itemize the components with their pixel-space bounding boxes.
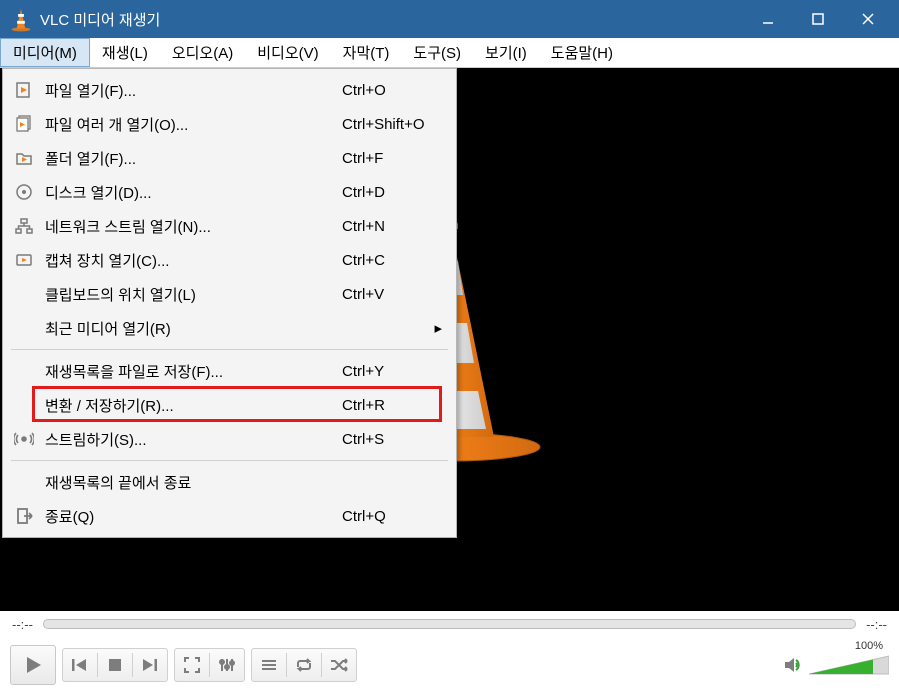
menu-item[interactable]: 디스크 열기(D)...Ctrl+D <box>5 175 454 209</box>
next-button[interactable] <box>133 649 167 681</box>
file-multi-icon <box>13 115 35 133</box>
menu-item-shortcut: Ctrl+O <box>342 82 442 99</box>
playlist-button[interactable] <box>252 649 286 681</box>
menu-separator <box>11 460 448 461</box>
menu-자막t[interactable]: 자막(T) <box>331 38 402 67</box>
volume-percent: 100% <box>855 640 883 652</box>
speaker-icon[interactable] <box>783 656 803 674</box>
transport-group <box>62 648 168 682</box>
network-icon <box>13 217 35 235</box>
close-button[interactable] <box>843 0 893 38</box>
maximize-button[interactable] <box>793 0 843 38</box>
submenu-arrow-icon: ▸ <box>426 319 442 337</box>
controls-row: 100% <box>0 637 899 693</box>
previous-button[interactable] <box>63 649 97 681</box>
menu-item-label: 캡쳐 장치 열기(C)... <box>35 250 342 271</box>
menu-item[interactable]: 파일 여러 개 열기(O)...Ctrl+Shift+O <box>5 107 454 141</box>
menu-item-label: 재생목록을 파일로 저장(F)... <box>35 361 342 382</box>
menu-item[interactable]: 스트림하기(S)...Ctrl+S <box>5 422 454 456</box>
titlebar: VLC 미디어 재생기 <box>0 0 899 38</box>
menu-도구s[interactable]: 도구(S) <box>401 38 473 67</box>
menu-item-label: 최근 미디어 열기(R) <box>35 318 326 339</box>
menu-item-shortcut: Ctrl+Shift+O <box>342 116 442 133</box>
file-play-icon <box>13 81 35 99</box>
menu-item-label: 스트림하기(S)... <box>35 429 342 450</box>
menu-item[interactable]: 변환 / 저장하기(R)...Ctrl+R <box>5 388 454 422</box>
capture-icon <box>13 252 35 268</box>
exit-icon <box>13 507 35 525</box>
menu-item-shortcut: Ctrl+N <box>342 218 442 235</box>
menu-미디어m[interactable]: 미디어(M) <box>0 38 90 67</box>
menu-item-label: 폴더 열기(F)... <box>35 148 342 169</box>
menu-item-shortcut: Ctrl+Y <box>342 363 442 380</box>
menu-도움말h[interactable]: 도움말(H) <box>539 38 625 67</box>
play-button[interactable] <box>10 645 56 685</box>
menubar: 미디어(M)재생(L)오디오(A)비디오(V)자막(T)도구(S)보기(I)도움… <box>0 38 899 68</box>
stop-button[interactable] <box>98 649 132 681</box>
media-menu-dropdown: 파일 열기(F)...Ctrl+O파일 여러 개 열기(O)...Ctrl+Sh… <box>2 68 457 538</box>
seek-slider[interactable] <box>43 619 856 629</box>
fullscreen-button[interactable] <box>175 649 209 681</box>
stream-icon <box>13 431 35 447</box>
menu-item[interactable]: 재생목록을 파일로 저장(F)...Ctrl+Y <box>5 354 454 388</box>
folder-icon <box>13 150 35 166</box>
menu-item[interactable]: 캡쳐 장치 열기(C)...Ctrl+C <box>5 243 454 277</box>
menu-item-label: 네트워크 스트림 열기(N)... <box>35 216 342 237</box>
playlist-group <box>251 648 357 682</box>
view-group <box>174 648 245 682</box>
menu-item-label: 종료(Q) <box>35 506 342 527</box>
menu-item[interactable]: 파일 열기(F)...Ctrl+O <box>5 73 454 107</box>
seek-row: --:-- --:-- <box>0 611 899 637</box>
disc-icon <box>13 183 35 201</box>
volume-control: 100% <box>783 654 889 676</box>
volume-slider[interactable] <box>809 654 889 676</box>
extended-settings-button[interactable] <box>210 649 244 681</box>
menu-item-shortcut: Ctrl+S <box>342 431 442 448</box>
menu-item-shortcut: Ctrl+Q <box>342 508 442 525</box>
menu-보기i[interactable]: 보기(I) <box>473 38 539 67</box>
shuffle-button[interactable] <box>322 649 356 681</box>
menu-item-label: 재생목록의 끝에서 종료 <box>35 472 342 493</box>
menu-재생l[interactable]: 재생(L) <box>90 38 160 67</box>
menu-item[interactable]: 최근 미디어 열기(R) ▸ <box>5 311 454 345</box>
menu-오디오a[interactable]: 오디오(A) <box>160 38 245 67</box>
elapsed-time: --:-- <box>12 617 33 632</box>
menu-item-label: 클립보드의 위치 열기(L) <box>35 284 342 305</box>
menu-item-label: 파일 여러 개 열기(O)... <box>35 114 342 135</box>
menu-item[interactable]: 네트워크 스트림 열기(N)...Ctrl+N <box>5 209 454 243</box>
minimize-button[interactable] <box>743 0 793 38</box>
menu-item-shortcut: Ctrl+D <box>342 184 442 201</box>
total-time: --:-- <box>866 617 887 632</box>
menu-item[interactable]: 클립보드의 위치 열기(L)Ctrl+V <box>5 277 454 311</box>
vlc-logo-icon <box>10 8 32 30</box>
menu-item-label: 파일 열기(F)... <box>35 80 342 101</box>
menu-item-shortcut: Ctrl+V <box>342 286 442 303</box>
menu-item-shortcut: Ctrl+C <box>342 252 442 269</box>
menu-item-shortcut: Ctrl+F <box>342 150 442 167</box>
menu-비디오v[interactable]: 비디오(V) <box>245 38 330 67</box>
menu-item[interactable]: 폴더 열기(F)...Ctrl+F <box>5 141 454 175</box>
menu-item[interactable]: 재생목록의 끝에서 종료 <box>5 465 454 499</box>
menu-item[interactable]: 종료(Q)Ctrl+Q <box>5 499 454 533</box>
loop-button[interactable] <box>287 649 321 681</box>
menu-item-shortcut: Ctrl+R <box>342 397 442 414</box>
window-title: VLC 미디어 재생기 <box>40 9 743 30</box>
menu-item-label: 디스크 열기(D)... <box>35 182 342 203</box>
menu-separator <box>11 349 448 350</box>
menu-item-label: 변환 / 저장하기(R)... <box>35 395 342 416</box>
